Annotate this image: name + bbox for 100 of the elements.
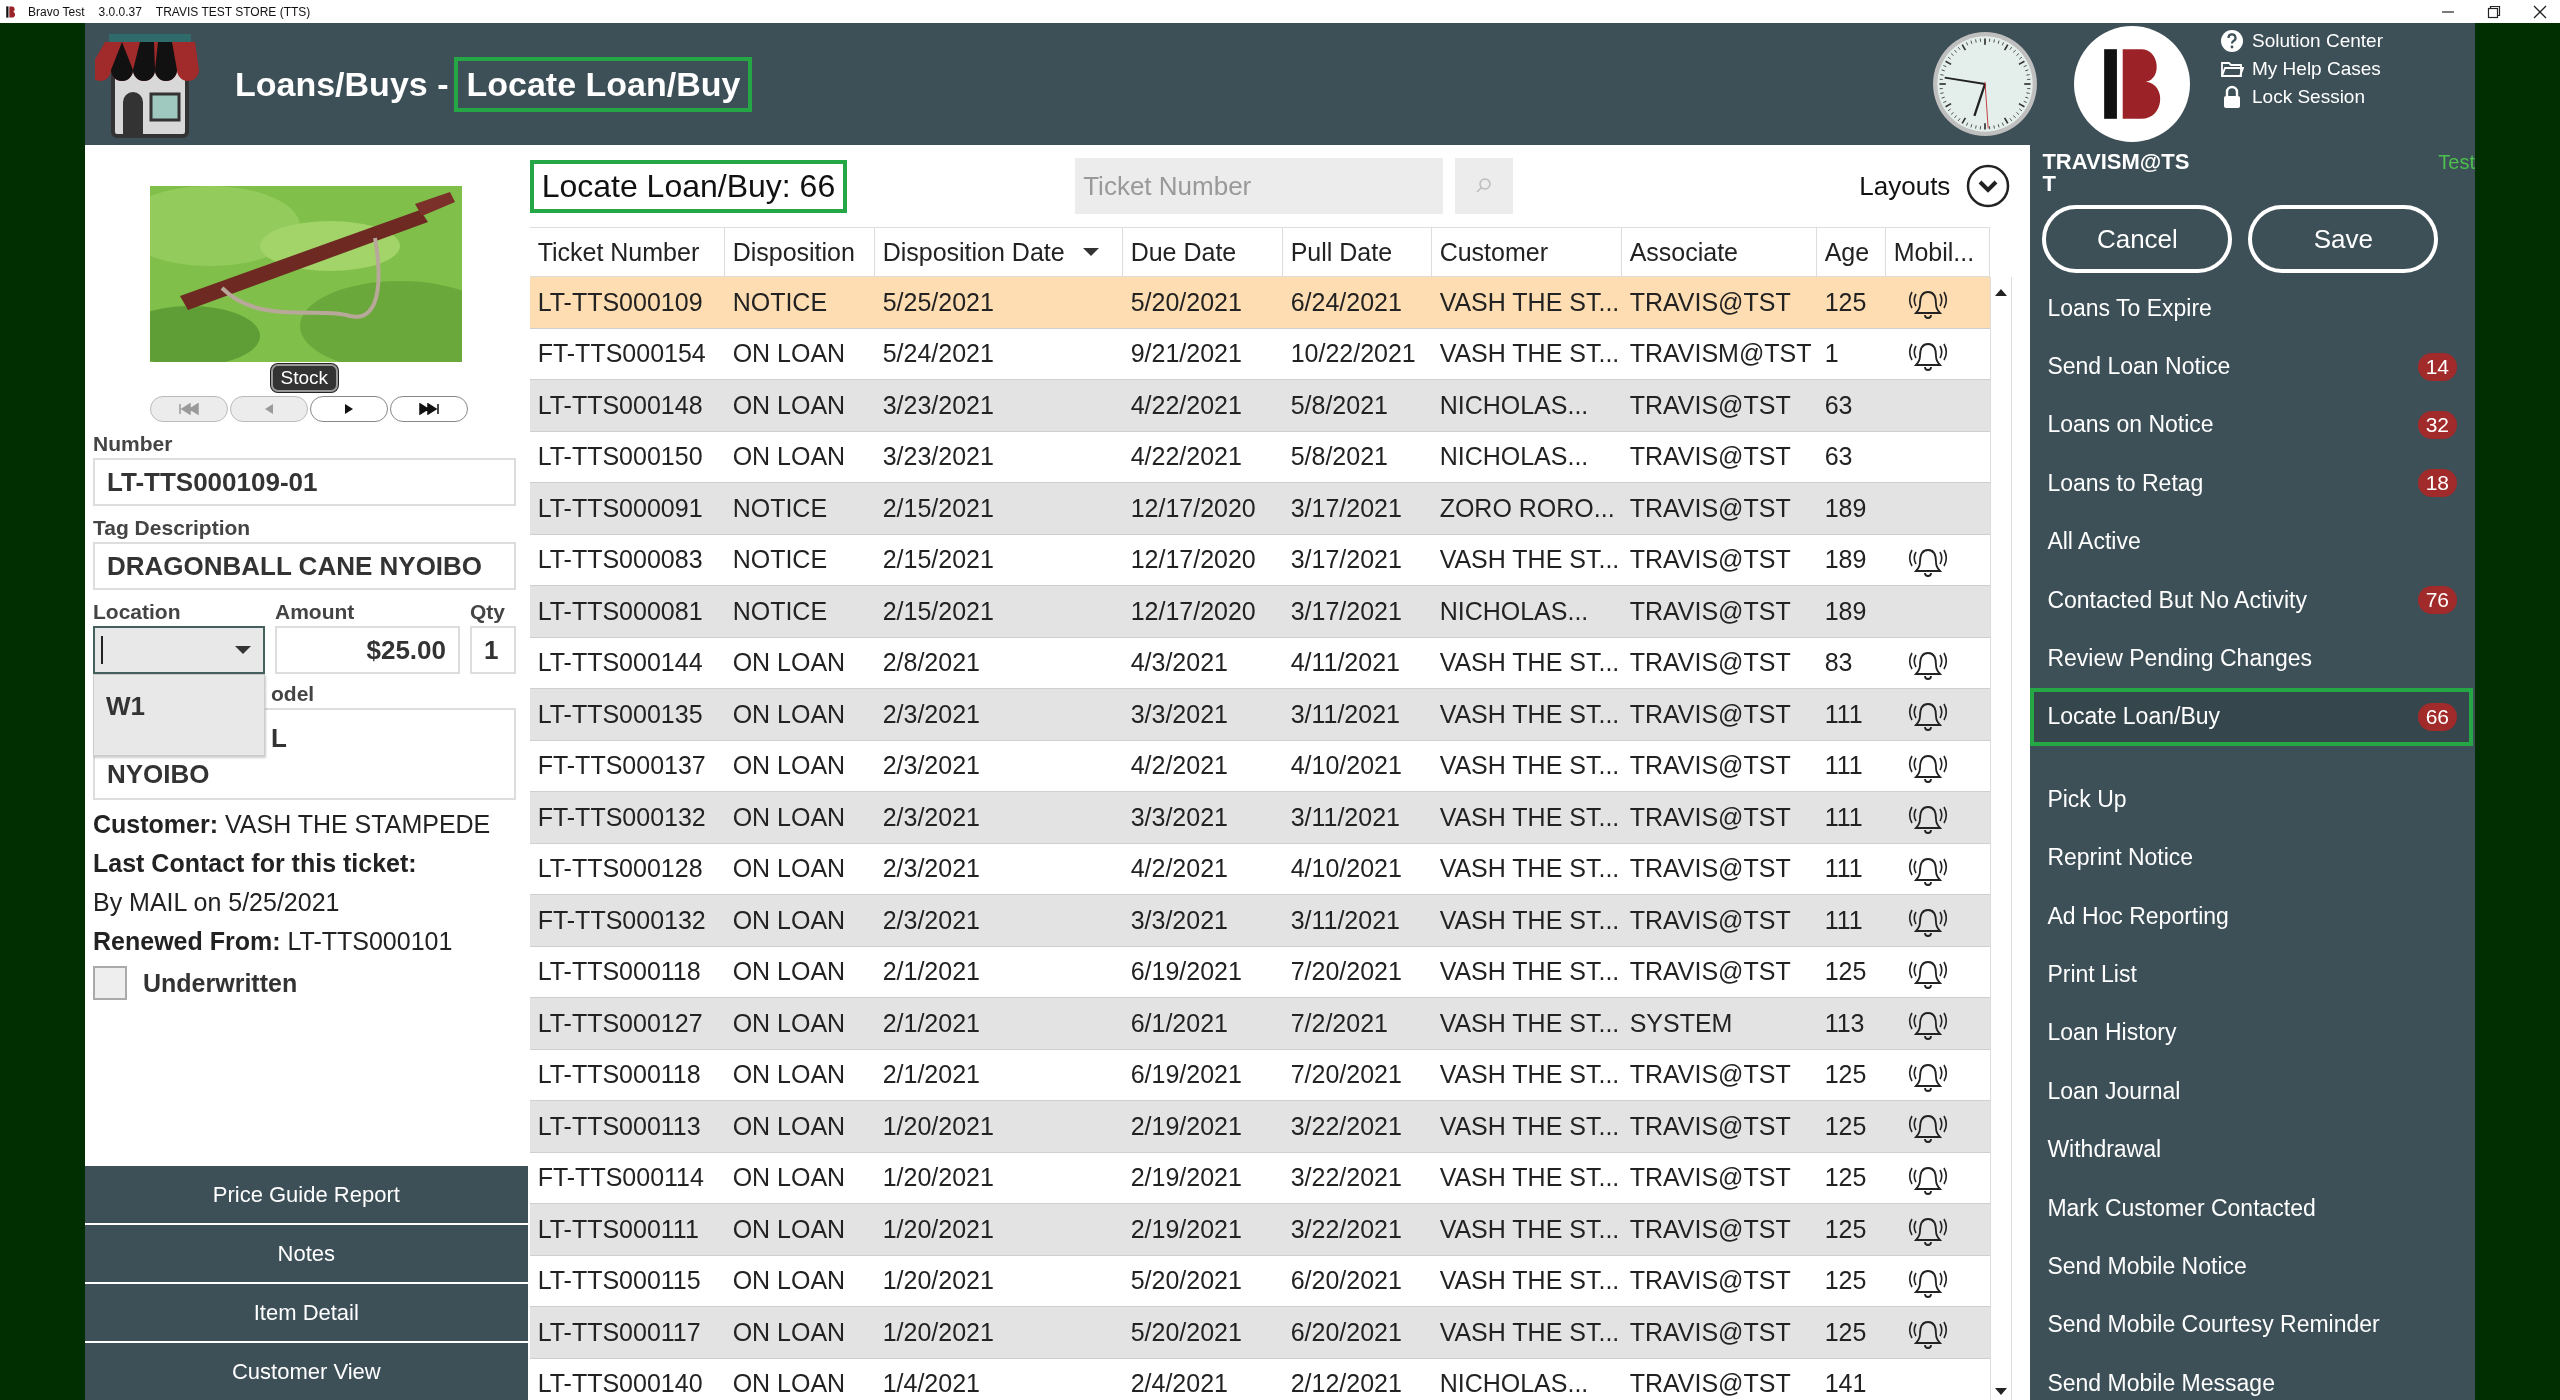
table-cell-text: 2/19/2021 — [1129, 1111, 1243, 1141]
table-cell-text: 63 — [1823, 442, 1854, 472]
table-cell-text: VASH THE ST... — [1438, 802, 1621, 832]
table-cell-text: NICHOLAS... — [1438, 442, 1590, 472]
table-cell-text: 3/23/2021 — [881, 442, 995, 472]
table-cell-text: 7/20/2021 — [1289, 1060, 1403, 1090]
table-cell-text: TRAVIS@TST — [1628, 1317, 1792, 1347]
table-cell-text: 5/20/2021 — [1129, 287, 1243, 317]
last-contact-label: Last Contact for this ticket: — [93, 849, 418, 878]
table-cell-text: 111 — [1823, 699, 1864, 729]
table-cell-text: FT-TTS000114 — [536, 1163, 705, 1193]
table-cell-text: NOTICE — [731, 545, 829, 575]
table-cell-text: TRAVIS@TST — [1628, 699, 1792, 729]
table-cell-text: TRAVIS@TST — [1628, 1163, 1792, 1193]
table-cell-text: LT-TTS000113 — [536, 1111, 702, 1141]
table-cell-text: TRAVIS@TST — [1628, 751, 1792, 781]
table-cell-text: 141 — [1823, 1369, 1868, 1399]
table-cell-text: 189 — [1823, 545, 1868, 575]
table-cell-text: 4/2/2021 — [1129, 751, 1229, 781]
table-cell-text: 1/4/2021 — [881, 1369, 981, 1399]
table-cell-text: 2/15/2021 — [881, 596, 995, 626]
table-cell-text: 3/3/2021 — [1129, 802, 1229, 832]
table-cell-text: 12/17/2020 — [1129, 493, 1257, 523]
table-cell-text: TRAVIS@TST — [1628, 957, 1792, 987]
table-cell-text: 3/22/2021 — [1289, 1111, 1403, 1141]
table-cell-text: ON LOAN — [731, 1317, 847, 1347]
table-cell-text: LT-TTS000150 — [536, 442, 704, 472]
table-cell-text: 6/1/2021 — [1129, 1008, 1229, 1038]
table-cell-text: ON LOAN — [731, 1214, 847, 1244]
table-cell-text: 2/15/2021 — [881, 545, 995, 575]
table-cell-text: 83 — [1823, 648, 1854, 678]
table-cell-text: 6/19/2021 — [1129, 957, 1243, 987]
table-cell-text: LT-TTS000148 — [536, 390, 704, 420]
table-cell-text: VASH THE ST... — [1438, 957, 1621, 987]
customer-text: Customer: VASH THE STAMPEDE — [93, 810, 492, 839]
table-cell-text: ON LOAN — [731, 1266, 847, 1296]
table-cell-text: TRAVIS@TST — [1628, 545, 1792, 575]
table-cell-text: 4/22/2021 — [1129, 442, 1243, 472]
table-cell-text: VASH THE ST... — [1438, 699, 1621, 729]
table-cell-text: LT-TTS000135 — [536, 699, 704, 729]
table-cell-text: 2/3/2021 — [881, 699, 981, 729]
field-label: Qty — [470, 600, 506, 624]
table-cell-text: 4/10/2021 — [1289, 751, 1403, 781]
table-cell-text: TRAVISM@TST — [1628, 339, 1813, 369]
table-cell-text: 2/8/2021 — [881, 648, 981, 678]
table-cell-text: 3/11/2021 — [1289, 905, 1401, 935]
table-cell-text: 111 — [1823, 802, 1864, 832]
table-cell-text: ON LOAN — [731, 442, 847, 472]
table-cell-text: VASH THE ST... — [1438, 545, 1621, 575]
table-cell-text: 5/24/2021 — [881, 339, 995, 369]
table-cell-text: 111 — [1823, 751, 1864, 781]
table-cell-text: 1/20/2021 — [881, 1266, 995, 1296]
table-cell-text: FT-TTS000132 — [536, 802, 707, 832]
table-cell-text: NICHOLAS... — [1438, 1369, 1590, 1399]
table-cell-text: TRAVIS@TST — [1628, 1369, 1792, 1399]
table-cell-text: VASH THE ST... — [1438, 287, 1621, 317]
table-cell-text: ZORO RORO... — [1438, 493, 1616, 523]
table-cell-text: 3/23/2021 — [881, 390, 995, 420]
table-cell-text: 189 — [1823, 596, 1868, 626]
table-cell-text: 4/11/2021 — [1289, 648, 1401, 678]
table-cell-text: ON LOAN — [731, 648, 847, 678]
table-cell-text: TRAVIS@TST — [1628, 596, 1792, 626]
table-cell-text: TRAVIS@TST — [1628, 1266, 1792, 1296]
checkbox-label: Underwritten — [143, 968, 298, 998]
table-cell-text: 125 — [1823, 287, 1868, 317]
count-badge: 76 — [2417, 586, 2457, 615]
table-cell-text: 10/22/2021 — [1289, 339, 1417, 369]
table-cell-text: NICHOLAS... — [1438, 596, 1590, 626]
table-cell-text: LT-TTS000083 — [536, 545, 704, 575]
count-badge: 32 — [2417, 410, 2457, 439]
table-cell-text: 7/2/2021 — [1289, 1008, 1389, 1038]
page-title: Locate Loan/Buy — [454, 56, 753, 112]
table-cell-text: 2/3/2021 — [881, 802, 981, 832]
table-cell-text: FT-TTS000137 — [536, 751, 707, 781]
table-cell-text: ON LOAN — [731, 1060, 847, 1090]
table-cell-text: TRAVIS@TST — [1628, 648, 1792, 678]
table-cell-text: 2/3/2021 — [881, 854, 981, 884]
table-cell-text: VASH THE ST... — [1438, 1111, 1621, 1141]
table-cell-text: 12/17/2020 — [1129, 545, 1257, 575]
table-cell-text: SYSTEM — [1628, 1008, 1734, 1038]
table-cell-text: 4/10/2021 — [1289, 854, 1403, 884]
table-cell-text: 2/19/2021 — [1129, 1163, 1243, 1193]
table-cell-text: ON LOAN — [731, 751, 847, 781]
table-cell-text: TRAVIS@TST — [1628, 1060, 1792, 1090]
table-cell-text: FT-TTS000132 — [536, 905, 707, 935]
table-cell-text: TRAVIS@TST — [1628, 493, 1792, 523]
table-cell-text: 5/25/2021 — [881, 287, 995, 317]
table-cell-text: VASH THE ST... — [1438, 1266, 1621, 1296]
table-cell-text: ON LOAN — [731, 390, 847, 420]
table-cell-text: 111 — [1823, 905, 1864, 935]
list-title: Locate Loan/Buy: 66 — [529, 159, 848, 213]
table-cell-text: VASH THE ST... — [1438, 1008, 1621, 1038]
table-cell-text: 2/1/2021 — [881, 1008, 981, 1038]
table-cell-text: 2/1/2021 — [881, 1060, 981, 1090]
table-cell-text: 111 — [1823, 854, 1864, 884]
table-cell-text: LT-TTS000091 — [536, 493, 704, 523]
table-cell-text: 2/3/2021 — [881, 905, 981, 935]
table-cell-text: 4/3/2021 — [1129, 648, 1229, 678]
table-cell-text: NOTICE — [731, 596, 829, 626]
field-label: Location — [93, 600, 182, 624]
